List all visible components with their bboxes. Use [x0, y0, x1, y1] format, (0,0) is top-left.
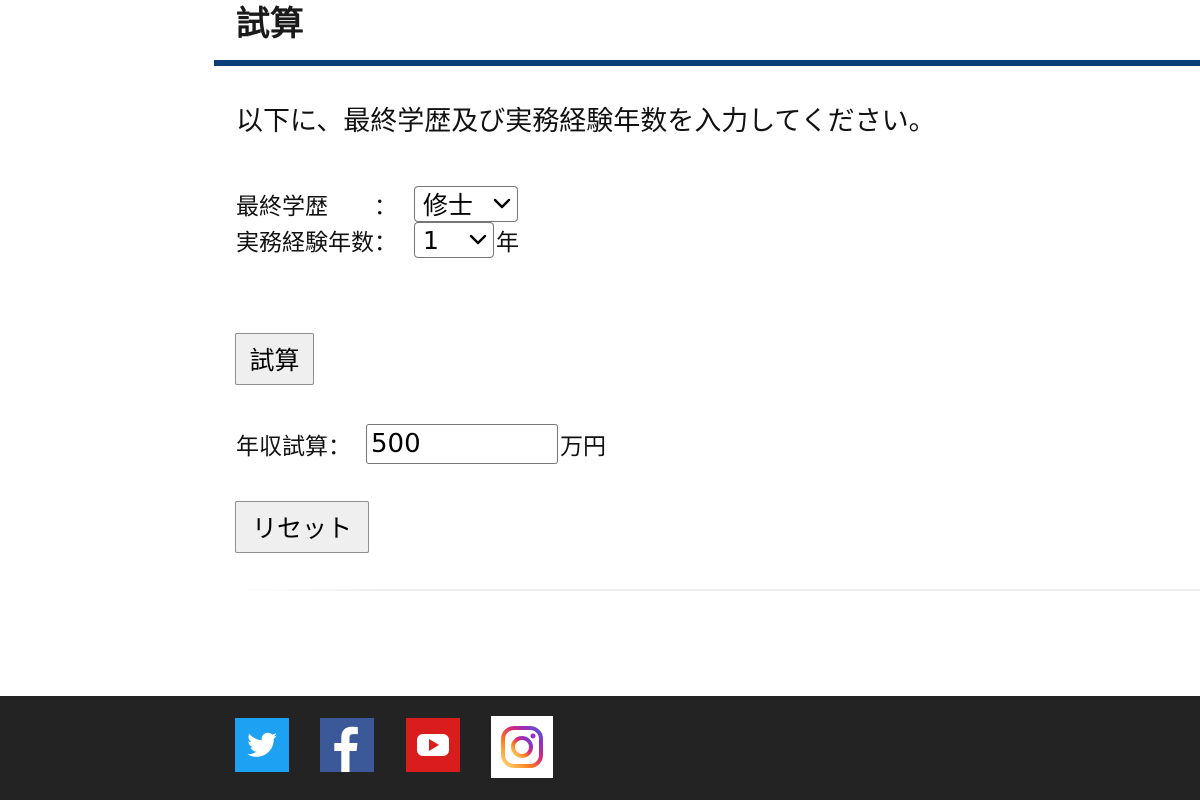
chevron-down-icon — [493, 198, 511, 209]
experience-unit: 年 — [496, 230, 519, 256]
experience-label: 実務経験年数： — [236, 230, 397, 256]
income-row: 年収試算： 万円 — [236, 424, 606, 464]
youtube-icon[interactable] — [406, 718, 460, 772]
education-row: 最終学歴 ： 修士 — [236, 186, 518, 222]
intro-text: 以下に、最終学歴及び実務経験年数を入力してください。 — [236, 106, 936, 137]
experience-select[interactable]: 1 — [414, 222, 494, 258]
experience-selected-value: 1 — [423, 225, 439, 255]
footer — [0, 696, 1200, 800]
section-divider — [236, 589, 1200, 591]
reset-button[interactable]: リセット — [235, 501, 369, 553]
chevron-down-icon — [469, 234, 487, 245]
title-underline — [214, 60, 1200, 66]
calculate-button[interactable]: 試算 — [235, 333, 314, 385]
twitter-icon[interactable] — [235, 718, 289, 772]
income-unit: 万円 — [560, 434, 606, 460]
facebook-icon[interactable] — [320, 718, 374, 772]
instagram-icon[interactable] — [491, 716, 553, 778]
income-input[interactable] — [366, 424, 558, 464]
income-label: 年収試算： — [236, 434, 351, 460]
experience-row: 実務経験年数： 1 年 — [236, 222, 519, 258]
education-select[interactable]: 修士 — [414, 186, 518, 222]
page-title: 試算 — [236, 4, 304, 44]
education-selected-value: 修士 — [423, 191, 474, 220]
education-label: 最終学歴 ： — [236, 194, 397, 220]
